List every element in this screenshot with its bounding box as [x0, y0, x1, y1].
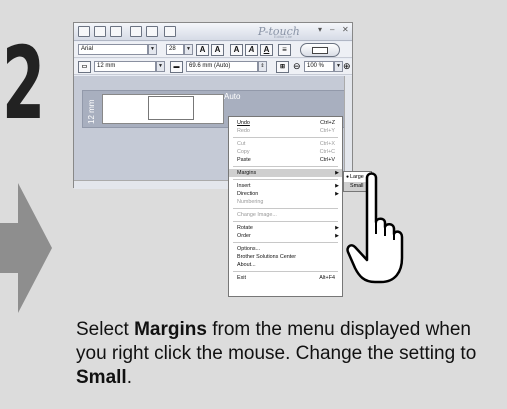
menu-separator	[233, 179, 338, 180]
step-number: 2	[2, 25, 45, 142]
open-icon[interactable]	[94, 26, 106, 37]
menu-item-paste[interactable]: Paste Ctrl+V	[229, 156, 342, 164]
tape-size-label: 12 mm	[87, 99, 96, 124]
menu-item-cut[interactable]: Cut Ctrl+X	[229, 140, 342, 148]
zoom-out-icon[interactable]: ⊖	[293, 61, 301, 72]
format-toolbar: Arial ▼ 28 ▼ A A A A A ≡	[74, 42, 352, 58]
layout-toolbar: ▭ 12 mm ▼ ▬ 69.6 mm (Auto) ⇕ ⊞ ⊖ 100 % ▼…	[74, 59, 352, 75]
chevron-down-icon[interactable]: ▼	[184, 44, 193, 55]
menu-item-copy[interactable]: Copy Ctrl+C	[229, 148, 342, 156]
menu-item-order[interactable]: Order ▶	[229, 232, 342, 240]
menu-separator	[233, 208, 338, 209]
menu-item-solutions-center[interactable]: Brother Solutions Center	[229, 253, 342, 261]
menu-item-undo[interactable]: Undo Ctrl+Z	[229, 119, 342, 127]
decrease-font-button[interactable]: A	[211, 44, 224, 56]
title-bar: P-touch Editor Lite ▾ – ✕	[74, 23, 352, 41]
image-icon[interactable]	[164, 26, 176, 37]
arrow-right-icon	[0, 183, 52, 313]
menu-dropdown-icon[interactable]: ▾	[318, 25, 322, 34]
frame-icon[interactable]	[146, 26, 158, 37]
save-icon[interactable]	[110, 26, 122, 37]
vertical-scrollbar[interactable]	[344, 76, 352, 176]
chevron-down-icon[interactable]: ▼	[334, 61, 343, 72]
menu-item-exit[interactable]: Exit Alt+F4	[229, 274, 342, 282]
tape-width-field[interactable]: 12 mm	[94, 61, 156, 72]
menu-separator	[233, 166, 338, 167]
menu-item-about[interactable]: About...	[229, 261, 342, 269]
font-name-field[interactable]: Arial	[78, 44, 148, 55]
text-icon[interactable]	[130, 26, 142, 37]
instruction-text: Select Margins from the menu displayed w…	[76, 319, 477, 388]
brand-subtitle: Editor Lite	[274, 34, 293, 39]
italic-button[interactable]: A	[245, 44, 258, 56]
tape-width-icon: ▭	[78, 61, 91, 73]
zoom-field[interactable]: 100 %	[304, 61, 334, 72]
menu-item-direction[interactable]: Direction ▶	[229, 190, 342, 198]
menu-item-numbering[interactable]: Numbering	[229, 198, 342, 206]
zoom-in-icon[interactable]: ⊕	[343, 61, 351, 72]
text-box[interactable]	[148, 96, 194, 120]
auto-length-label: Auto	[224, 92, 241, 101]
menu-item-margins[interactable]: Margins ▶	[229, 169, 342, 177]
context-menu: Undo Ctrl+Z Redo Ctrl+Y Cut Ctrl+X Copy Ctrl…	[228, 116, 343, 297]
menu-item-redo[interactable]: Redo Ctrl+Y	[229, 127, 342, 135]
menu-item-insert[interactable]: Insert ▶	[229, 182, 342, 190]
length-field[interactable]: 69.6 mm (Auto)	[186, 61, 258, 72]
minimize-icon[interactable]: –	[330, 25, 334, 34]
menu-item-options[interactable]: Options...	[229, 245, 342, 253]
new-icon[interactable]	[78, 26, 90, 37]
length-icon: ▬	[170, 61, 183, 73]
close-icon[interactable]: ✕	[342, 25, 349, 34]
menu-item-change-image[interactable]: Change Image...	[229, 211, 342, 219]
chevron-down-icon[interactable]: ▼	[156, 61, 165, 72]
menu-separator	[233, 242, 338, 243]
stepper-icon[interactable]: ⇕	[258, 61, 267, 72]
menu-item-rotate[interactable]: Rotate ▶	[229, 224, 342, 232]
bold-button[interactable]: A	[230, 44, 243, 56]
print-button[interactable]	[300, 43, 340, 57]
fit-icon[interactable]: ⊞	[276, 61, 289, 73]
pointing-hand-icon	[346, 172, 404, 284]
font-size-field[interactable]: 28	[166, 44, 184, 55]
align-icon[interactable]: ≡	[278, 44, 291, 56]
chevron-down-icon[interactable]: ▼	[148, 44, 157, 55]
menu-separator	[233, 271, 338, 272]
increase-font-button[interactable]: A	[196, 44, 209, 56]
frame-button[interactable]: A	[260, 44, 273, 56]
menu-separator	[233, 137, 338, 138]
menu-separator	[233, 221, 338, 222]
